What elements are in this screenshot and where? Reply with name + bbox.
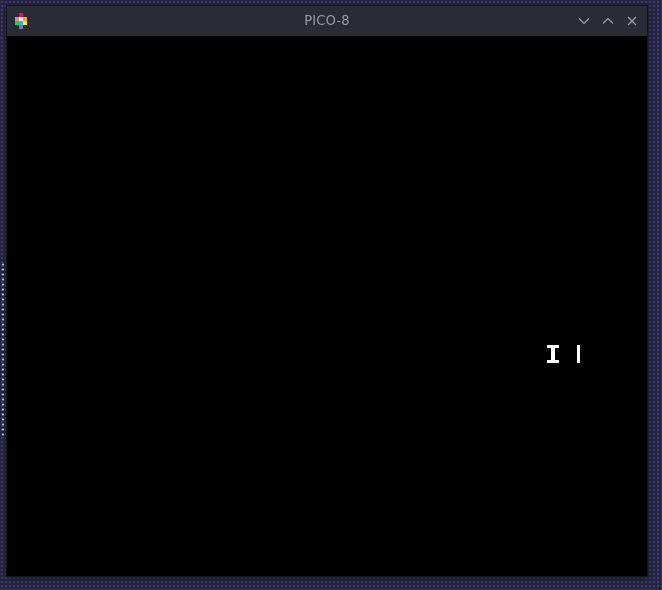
window-title: PICO-8 [304, 13, 350, 29]
minimize-button[interactable] [575, 12, 593, 30]
pico8-logo-icon [15, 13, 27, 29]
close-button[interactable] [623, 12, 641, 30]
pico8-window: PICO-8 [7, 6, 647, 576]
title-bar[interactable]: PICO-8 [7, 6, 647, 36]
desktop-dot-pattern [1, 262, 5, 438]
window-controls [575, 6, 641, 36]
maximize-button[interactable] [599, 12, 617, 30]
maximize-icon [602, 17, 614, 24]
game-screen[interactable] [7, 36, 647, 576]
pixel-glyph-sprite [547, 345, 580, 363]
close-icon [627, 16, 637, 26]
minimize-icon [578, 18, 590, 25]
